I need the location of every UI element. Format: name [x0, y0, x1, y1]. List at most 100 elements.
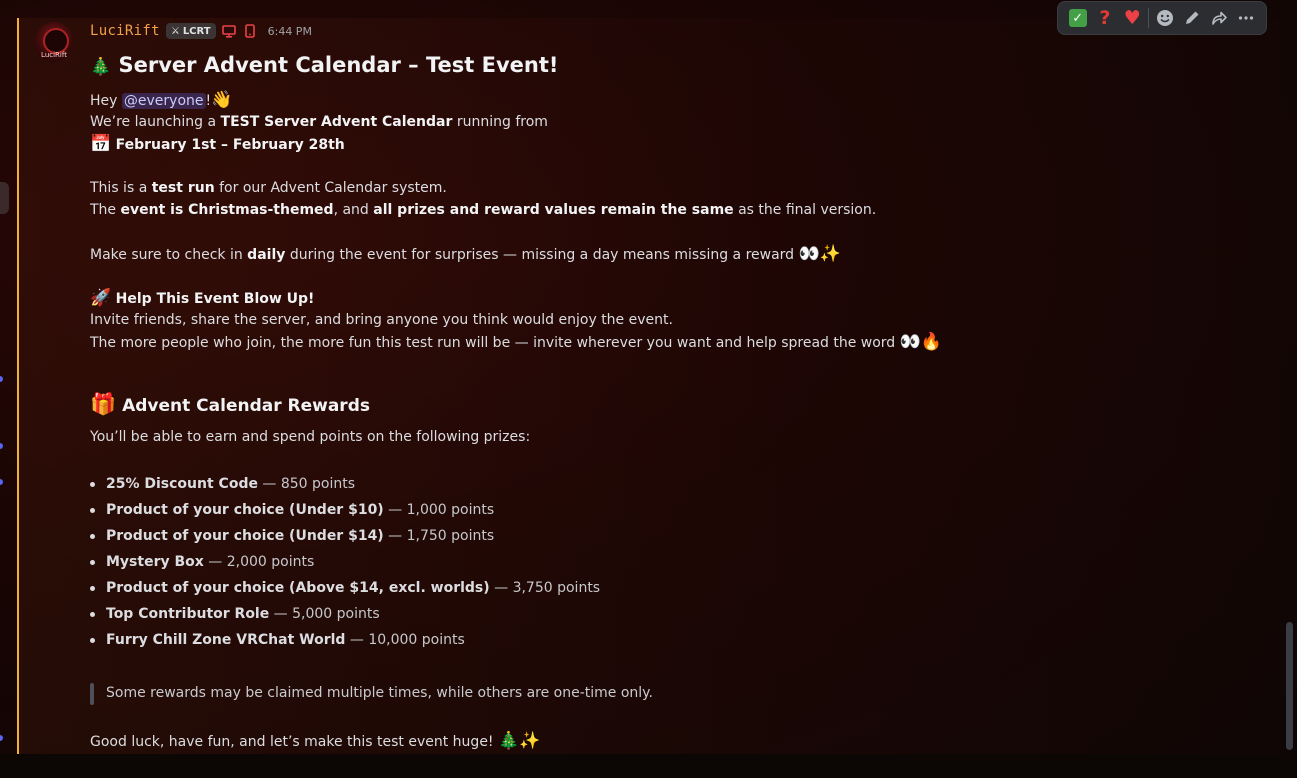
- eyes-sparkles-emoji: 👀✨: [798, 244, 841, 264]
- rewards-intro: You’ll be able to earn and spend points …: [90, 429, 531, 445]
- reward-points: — 1,000 points: [383, 502, 495, 518]
- help-title: Help This Event Blow Up!: [115, 291, 315, 307]
- reaction-heart-button[interactable]: ♥: [1119, 4, 1146, 32]
- reaction-check-button[interactable]: ✓: [1064, 4, 1091, 32]
- daily-prefix: Make sure to check in: [90, 247, 248, 263]
- toolbar-divider: [1147, 8, 1149, 28]
- reward-name: Product of your choice (Above $14, excl.…: [106, 580, 490, 596]
- unread-dot: [0, 735, 3, 741]
- mention-highlight-bar: [17, 18, 19, 754]
- date-range: February 1st – February 28th: [115, 137, 345, 153]
- reward-points: — 3,750 points: [489, 580, 601, 596]
- theme-mid: , and: [333, 202, 374, 218]
- collapse-handle[interactable]: [0, 182, 9, 214]
- bullet-dot: [90, 534, 95, 539]
- launch-line: We’re launching a TEST Server Advent Cal…: [90, 112, 548, 132]
- wave-emoji: 👋: [211, 90, 233, 110]
- blockquote-text: Some rewards may be claimed multiple tim…: [106, 685, 653, 701]
- sword-icon: ⚔: [170, 25, 180, 37]
- add-reaction-button[interactable]: [1151, 4, 1178, 32]
- daily-line: Make sure to check in daily during the e…: [90, 244, 841, 265]
- tree-sparkles-emoji: 🎄✨: [498, 731, 541, 751]
- bullet-dot: [90, 560, 95, 565]
- closing-text: Good luck, have fun, and let’s make this…: [90, 734, 498, 750]
- test-run-suffix: for our Advent Calendar system.: [214, 180, 447, 196]
- reward-points: — 850 points: [257, 476, 356, 492]
- server-tag-label: LCRT: [182, 25, 211, 37]
- heart-icon: ♥: [1123, 7, 1141, 29]
- reward-name: Furry Chill Zone VRChat World: [106, 632, 346, 648]
- reward-name: Product of your choice (Under $14): [106, 528, 384, 544]
- mobile-icon: [243, 24, 258, 38]
- theme-prefix: The: [90, 202, 121, 218]
- unread-dot: [0, 479, 3, 485]
- daily-suffix: during the event for surprises — missing…: [285, 247, 799, 263]
- rocket-emoji: 🚀: [90, 288, 112, 308]
- bullet-dot: [90, 508, 95, 513]
- reward-name: Top Contributor Role: [106, 606, 270, 622]
- bullet-dot: [90, 638, 95, 643]
- desktop-icon: [222, 24, 237, 38]
- eyes-fire-emoji: 👀🔥: [899, 332, 942, 352]
- avatar[interactable]: LuciRift: [34, 22, 74, 62]
- calendar-emoji: 📅: [90, 134, 112, 154]
- test-run-line: This is a test run for our Advent Calend…: [90, 178, 447, 198]
- reward-points: — 5,000 points: [269, 606, 380, 622]
- launch-suffix: running from: [452, 114, 548, 130]
- test-run-prefix: This is a: [90, 180, 152, 196]
- theme-line: The event is Christmas-themed, and all p…: [90, 200, 876, 220]
- server-tag[interactable]: ⚔ LCRT: [165, 23, 216, 39]
- pencil-icon: [1185, 11, 1199, 24]
- reward-points: — 2,000 points: [203, 554, 315, 570]
- message-title: 🎄 Server Advent Calendar – Test Event!: [90, 51, 558, 81]
- people-line: The more people who join, the more fun t…: [90, 332, 942, 353]
- reward-name: 25% Discount Code: [106, 476, 258, 492]
- theme-bold: event is Christmas-themed: [120, 202, 334, 218]
- forward-arrow-icon: [1212, 11, 1227, 25]
- reaction-question-button[interactable]: ?: [1091, 4, 1118, 32]
- server-strip: [0, 0, 10, 778]
- bullet-dot: [90, 482, 95, 487]
- forward-button[interactable]: [1205, 4, 1232, 32]
- unread-dot: [0, 376, 3, 382]
- smiley-icon: [1156, 10, 1173, 26]
- chat-view: LuciRift LuciRift ⚔ LCRT 6:44 PM 🎄 Serve…: [0, 0, 1297, 778]
- more-dots-icon: [1239, 16, 1254, 20]
- username[interactable]: LuciRift: [90, 23, 160, 39]
- closing-line: Good luck, have fun, and let’s make this…: [90, 731, 540, 752]
- launch-prefix: We’re launching a: [90, 114, 221, 130]
- timestamp[interactable]: 6:44 PM: [268, 25, 312, 38]
- unread-dot: [0, 443, 3, 449]
- theme-suffix: as the final version.: [733, 202, 877, 218]
- scrollbar-thumb[interactable]: [1286, 622, 1293, 750]
- everyone-mention[interactable]: @everyone: [121, 93, 206, 109]
- bullet-dot: [90, 612, 95, 617]
- bullet-dot: [90, 586, 95, 591]
- bottom-edge: [0, 754, 1297, 778]
- greeting-prefix: Hey: [90, 93, 122, 109]
- check-icon: ✓: [1068, 9, 1087, 27]
- avatar-label: LuciRift: [41, 51, 67, 59]
- message-hover-toolbar: ✓ ? ♥: [1057, 1, 1267, 35]
- more-button[interactable]: [1233, 4, 1260, 32]
- launch-bold: TEST Server Advent Calendar: [220, 114, 453, 130]
- edit-button[interactable]: [1178, 4, 1205, 32]
- theme-bold-2: all prizes and reward values remain the …: [373, 202, 734, 218]
- greeting-line: Hey @everyone !👋: [90, 90, 232, 111]
- date-line: 📅 February 1st – February 28th: [90, 134, 345, 155]
- reward-points: — 1,750 points: [383, 528, 495, 544]
- daily-bold: daily: [247, 247, 286, 263]
- title-text: Server Advent Calendar – Test Event!: [118, 53, 559, 77]
- question-icon: ?: [1099, 7, 1111, 29]
- test-run-bold: test run: [151, 180, 215, 196]
- people-text: The more people who join, the more fun t…: [90, 335, 900, 351]
- help-heading-line: 🚀 Help This Event Blow Up!: [90, 288, 314, 309]
- tree-emoji: 🎄: [90, 57, 112, 77]
- reward-points: — 10,000 points: [345, 632, 465, 648]
- reward-name: Product of your choice (Under $10): [106, 502, 384, 518]
- message-header: LuciRift ⚔ LCRT 6:44 PM: [90, 21, 312, 41]
- blockquote-bar: [90, 683, 94, 705]
- gift-emoji: 🎁: [90, 392, 117, 416]
- rewards-title: Advent Calendar Rewards: [122, 396, 370, 416]
- rewards-heading: 🎁 Advent Calendar Rewards: [90, 392, 370, 418]
